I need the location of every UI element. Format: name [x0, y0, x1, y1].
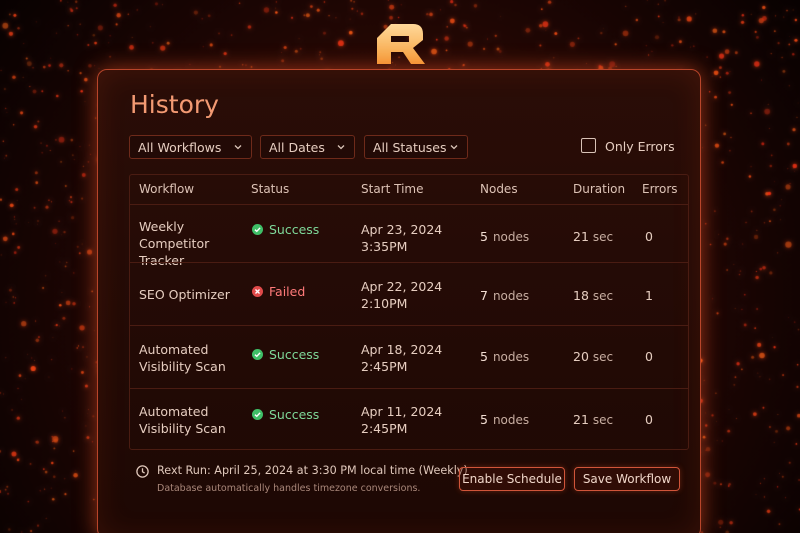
nodes-unit: nodes [492, 350, 530, 364]
start-date: Apr 18, 2024 [361, 342, 443, 357]
next-run-text: Rext Run: April 25, 2024 at 3:30 PM loca… [157, 464, 468, 477]
nodes-count: 7 [480, 288, 488, 303]
table-row[interactable]: Automated Visibility Scan Success Apr 18… [130, 326, 688, 389]
start-date: Apr 23, 2024 [361, 222, 443, 237]
column-header-status[interactable]: Status [251, 182, 289, 196]
timezone-note: Database automatically handles timezone … [157, 483, 421, 494]
workflow-filter-dropdown[interactable]: All Workflows [129, 135, 252, 159]
nodes-cell: 5 nodes [480, 348, 529, 366]
status-cell: Success [252, 221, 319, 238]
duration-value: 20 [573, 349, 589, 364]
check-circle-icon [252, 409, 263, 420]
start-date: Apr 22, 2024 [361, 279, 443, 294]
duration-cell: 20 sec [573, 348, 613, 366]
nodes-count: 5 [480, 229, 488, 244]
duration-value: 21 [573, 229, 589, 244]
workflow-name: Automated Visibility Scan [139, 342, 226, 374]
table-row[interactable]: Weekly Competitor Tracker Success Apr 23… [130, 205, 688, 268]
x-circle-icon [252, 286, 263, 297]
page-title: History [130, 90, 219, 119]
chevron-down-icon [337, 145, 345, 150]
column-header-workflow[interactable]: Workflow [139, 182, 194, 196]
table-row[interactable]: Automated Visibility Scan Success Apr 11… [130, 389, 688, 450]
start-date: Apr 11, 2024 [361, 404, 443, 419]
check-circle-icon [252, 349, 263, 360]
status-text: Failed [269, 284, 306, 299]
column-header-start-time[interactable]: Start Time [361, 182, 424, 196]
workflow-name: Automated Visibility Scan [139, 404, 226, 436]
duration-unit: sec [592, 230, 614, 244]
status-text: Success [269, 347, 320, 362]
nodes-cell: 7 nodes [480, 287, 529, 305]
duration-unit: sec [592, 350, 614, 364]
start-clock: 2:45PM [361, 421, 408, 436]
duration-unit: sec [592, 289, 614, 303]
only-errors-label: Only Errors [605, 139, 675, 154]
errors-count: 0 [645, 349, 653, 364]
start-time: Apr 11, 2024 2:45PM [361, 403, 451, 437]
nodes-count: 5 [480, 349, 488, 364]
status-cell: Success [252, 346, 319, 363]
r-logo-icon [377, 24, 425, 64]
status-filter-dropdown[interactable]: All Statuses [364, 135, 468, 159]
start-time: Apr 18, 2024 2:45PM [361, 341, 451, 375]
start-clock: 2:10PM [361, 296, 408, 311]
check-circle-icon [252, 224, 263, 235]
start-clock: 2:45PM [361, 359, 408, 374]
duration-cell: 21 sec [573, 411, 613, 429]
duration-cell: 21 sec [573, 228, 613, 246]
status-filter-value: All Statuses [373, 140, 447, 155]
nodes-count: 5 [480, 412, 488, 427]
column-header-duration[interactable]: Duration [573, 182, 625, 196]
status-cell: Success [252, 406, 319, 423]
nodes-unit: nodes [492, 413, 530, 427]
duration-unit: sec [592, 413, 614, 427]
history-panel: History All Workflows All Dates All Stat… [97, 69, 701, 533]
history-table: Workflow Status Start Time Nodes Duratio… [129, 174, 689, 450]
workflow-name: SEO Optimizer [139, 287, 230, 302]
chevron-down-icon [450, 145, 458, 150]
errors-count: 0 [645, 412, 653, 427]
duration-value: 18 [573, 288, 589, 303]
errors-count: 0 [645, 229, 653, 244]
column-header-nodes[interactable]: Nodes [480, 182, 518, 196]
date-filter-value: All Dates [269, 140, 325, 155]
nodes-unit: nodes [492, 289, 530, 303]
status-text: Success [269, 407, 320, 422]
nodes-cell: 5 nodes [480, 411, 529, 429]
errors-count: 1 [645, 288, 653, 303]
duration-value: 21 [573, 412, 589, 427]
table-row[interactable]: SEO Optimizer Failed Apr 22, 2024 2:10PM… [130, 263, 688, 326]
enable-schedule-button[interactable]: Enable Schedule [459, 467, 565, 491]
clock-icon [136, 465, 149, 478]
status-cell: Failed [252, 283, 305, 300]
only-errors-checkbox[interactable] [581, 138, 596, 153]
duration-cell: 18 sec [573, 287, 613, 305]
column-header-errors[interactable]: Errors [642, 182, 678, 196]
chevron-down-icon [234, 145, 242, 150]
nodes-cell: 5 nodes [480, 228, 529, 246]
workflow-filter-value: All Workflows [138, 140, 222, 155]
start-time: Apr 22, 2024 2:10PM [361, 278, 451, 312]
nodes-unit: nodes [492, 230, 530, 244]
save-workflow-button[interactable]: Save Workflow [574, 467, 680, 491]
start-clock: 3:35PM [361, 239, 408, 254]
date-filter-dropdown[interactable]: All Dates [260, 135, 355, 159]
status-text: Success [269, 222, 320, 237]
start-time: Apr 23, 2024 3:35PM [361, 221, 451, 255]
